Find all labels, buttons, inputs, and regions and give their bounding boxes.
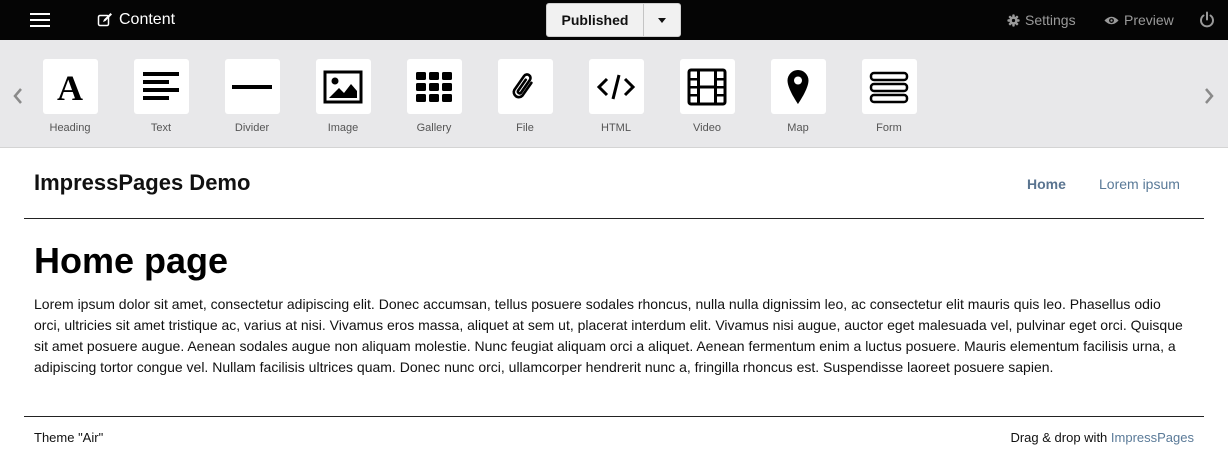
form-icon [869,71,909,103]
site-title[interactable]: ImpressPages Demo [34,170,250,196]
edit-icon [97,13,112,27]
impresspages-link[interactable]: ImpressPages [1111,430,1194,445]
widget-image[interactable]: Image [313,59,373,134]
preview-link[interactable]: Preview [1104,10,1174,30]
divider-icon [232,84,272,89]
svg-text:A: A [57,68,83,107]
footer-divider [24,416,1204,417]
widget-label: Heading [49,122,91,134]
widget-tile [679,59,735,114]
widget-label: File [516,122,534,134]
widget-label: Form [876,122,902,134]
publish-button-group: Published [546,3,681,37]
widget-html[interactable]: HTML [586,59,646,134]
footer-theme-text: Theme "Air" [34,430,104,445]
widget-map[interactable]: Map [768,59,828,134]
widget-tile [861,59,917,114]
film-icon [687,68,727,105]
hamburger-icon[interactable] [28,11,52,29]
settings-link[interactable]: Settings [1007,10,1076,30]
widget-tile [224,59,280,114]
content-menu-link[interactable]: Content [97,10,175,30]
widget-label: Gallery [416,122,452,134]
map-marker-icon [787,69,809,104]
widget-toolbar: A Heading Text Divider Image Gallery Fil… [0,40,1228,148]
page-title: Home page [34,240,229,281]
widget-tile: A [42,59,98,114]
heading-icon: A [57,68,83,107]
scroll-left-arrow[interactable] [11,86,25,106]
widget-tile [770,59,826,114]
preview-label: Preview [1124,12,1174,28]
widget-tile [133,59,189,114]
widget-tile [315,59,371,114]
widget-file[interactable]: File [495,59,555,134]
widget-heading[interactable]: A Heading [40,59,100,134]
publish-options-button[interactable] [643,4,680,36]
widget-label: HTML [601,122,631,134]
nav-link-lorem-ipsum[interactable]: Lorem ipsum [1099,176,1180,192]
widget-label: Text [150,122,172,134]
chevron-right-icon [1205,88,1214,104]
gallery-icon [416,71,452,102]
content-label: Content [119,11,176,28]
widget-text[interactable]: Text [131,59,191,134]
published-button[interactable]: Published [547,4,643,36]
widget-divider[interactable]: Divider [222,59,282,134]
chevron-left-icon [13,88,22,104]
widget-label: Map [787,122,809,134]
footer-credit-prefix: Drag & drop with [1010,430,1111,445]
power-icon[interactable] [1199,11,1215,29]
caret-down-icon [658,17,666,23]
image-icon [323,70,363,103]
nav-link-home[interactable]: Home [1027,176,1066,192]
header-divider [24,218,1204,219]
page-body-text: Lorem ipsum dolor sit amet, consectetur … [34,296,1183,375]
gear-icon [1007,13,1020,27]
widget-video[interactable]: Video [677,59,737,134]
widget-label: Divider [234,122,270,134]
footer-credit: Drag & drop with ImpressPages [1010,430,1194,445]
scroll-right-arrow[interactable] [1202,86,1216,106]
code-icon [596,74,636,99]
widget-tile [406,59,462,114]
settings-label: Settings [1025,12,1076,28]
eye-icon [1104,16,1119,24]
admin-topbar: Content Published Settings Preview [0,0,1228,40]
text-icon [143,71,179,100]
widget-form[interactable]: Form [859,59,919,134]
widget-label: Video [693,122,721,134]
widget-tile [497,59,553,114]
widget-gallery[interactable]: Gallery [404,59,464,134]
widget-tile [588,59,644,114]
widget-label: Image [327,122,359,134]
paperclip-icon [512,72,533,98]
